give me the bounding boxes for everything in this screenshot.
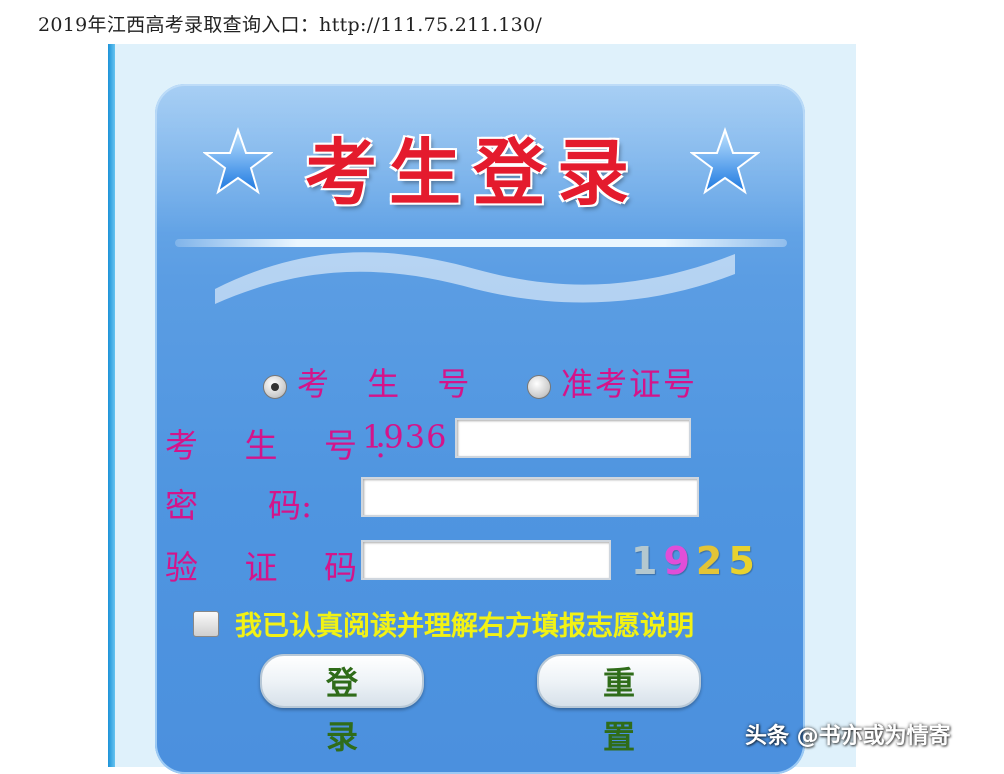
exam-id-prefix: 1936 [362, 418, 448, 456]
password-label: 密 码: [165, 479, 312, 527]
password-label-b: 码: [268, 486, 313, 525]
password-input[interactable] [361, 477, 699, 517]
password-label-a: 密 [165, 486, 198, 525]
exam-id-input[interactable] [455, 418, 691, 458]
login-panel: 考生登录 考 生 号 准考证号 考 生 号: 1936 密码: 验 证 码: 1… [155, 84, 805, 774]
agreement-row: 我已认真阅读并理解右方填报志愿说明 [193, 604, 694, 643]
decorative-wave [215, 252, 735, 304]
radio-button-checked[interactable] [263, 374, 287, 399]
agreement-checkbox[interactable] [193, 610, 219, 637]
agreement-text: 我已认真阅读并理解右方填报志愿说明 [235, 611, 694, 642]
star-icon [203, 126, 273, 195]
frame-left-border [108, 44, 115, 767]
radio-label-admission-ticket: 准考证号 [561, 365, 698, 403]
login-button[interactable]: 登 录 [260, 654, 424, 756]
login-title: 考生登录 [305, 130, 642, 215]
captcha-digit: 5 [728, 539, 761, 583]
watermark-text: 头条 @书亦或为情寄 [745, 724, 951, 749]
reset-button[interactable]: 重 置 [537, 654, 701, 756]
captcha-image[interactable]: 1925 [631, 539, 761, 583]
captcha-input[interactable] [361, 540, 611, 580]
captcha-digit: 1 [631, 539, 664, 583]
captcha-digit: 2 [695, 539, 729, 583]
radio-option-exam-number[interactable]: 考 生 号 [263, 359, 483, 405]
captcha-digit: 9 [663, 539, 696, 583]
page-header-text: 2019年江西高考录取查询入口：http://111.75.211.130/ [38, 14, 543, 36]
radio-button-unchecked[interactable] [527, 374, 551, 399]
star-icon [690, 126, 760, 195]
radio-option-admission-ticket[interactable]: 准考证号 [527, 359, 697, 405]
radio-label-exam-number: 考 生 号 [297, 365, 484, 403]
